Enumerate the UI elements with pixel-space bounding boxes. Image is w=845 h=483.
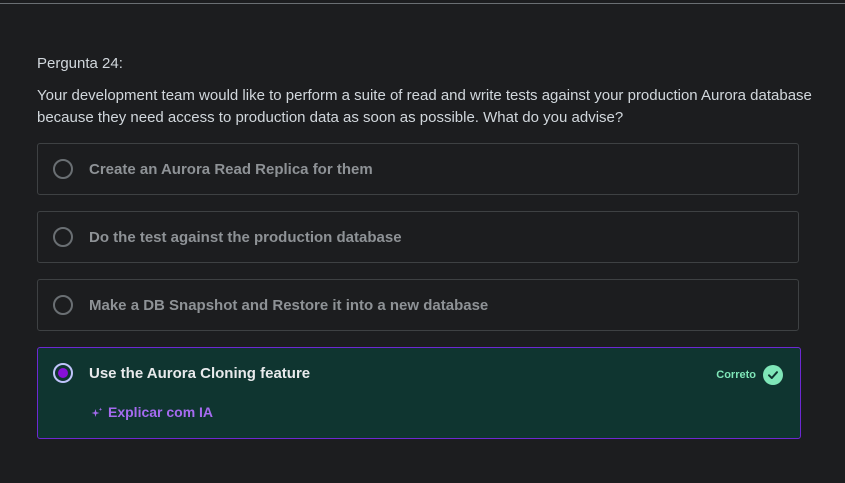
answer-option-2[interactable]: Do the test against the production datab…: [37, 211, 799, 263]
answer-option-4-correct[interactable]: Use the Aurora Cloning feature Correto E…: [37, 347, 801, 439]
explain-with-ai-label: Explicar com IA: [108, 404, 214, 420]
question-number: Pergunta 24:: [37, 55, 123, 72]
radio-button[interactable]: [53, 159, 73, 179]
radio-button[interactable]: [53, 295, 73, 315]
top-divider: [0, 3, 845, 4]
radio-selected-dot: [58, 368, 68, 378]
answer-option-label: Make a DB Snapshot and Restore it into a…: [89, 297, 489, 314]
question-text: Your development team would like to perf…: [37, 87, 812, 126]
correct-indicator: Correto: [716, 365, 783, 385]
answer-option-3[interactable]: Make a DB Snapshot and Restore it into a…: [37, 279, 799, 331]
explain-with-ai-link[interactable]: Explicar com IA: [91, 404, 213, 420]
answer-option-label: Create an Aurora Read Replica for them: [89, 161, 373, 178]
radio-button[interactable]: [53, 227, 73, 247]
correct-status-label: Correto: [716, 369, 756, 381]
answer-option-label: Use the Aurora Cloning feature: [89, 365, 311, 382]
radio-button-selected[interactable]: [53, 363, 73, 383]
sparkle-icon: [91, 406, 103, 418]
answer-option-1[interactable]: Create an Aurora Read Replica for them: [37, 143, 799, 195]
answer-option-label: Do the test against the production datab…: [89, 229, 402, 246]
quiz-review-page: Pergunta 24: Your development team would…: [0, 0, 845, 483]
check-circle-icon: [763, 365, 783, 385]
